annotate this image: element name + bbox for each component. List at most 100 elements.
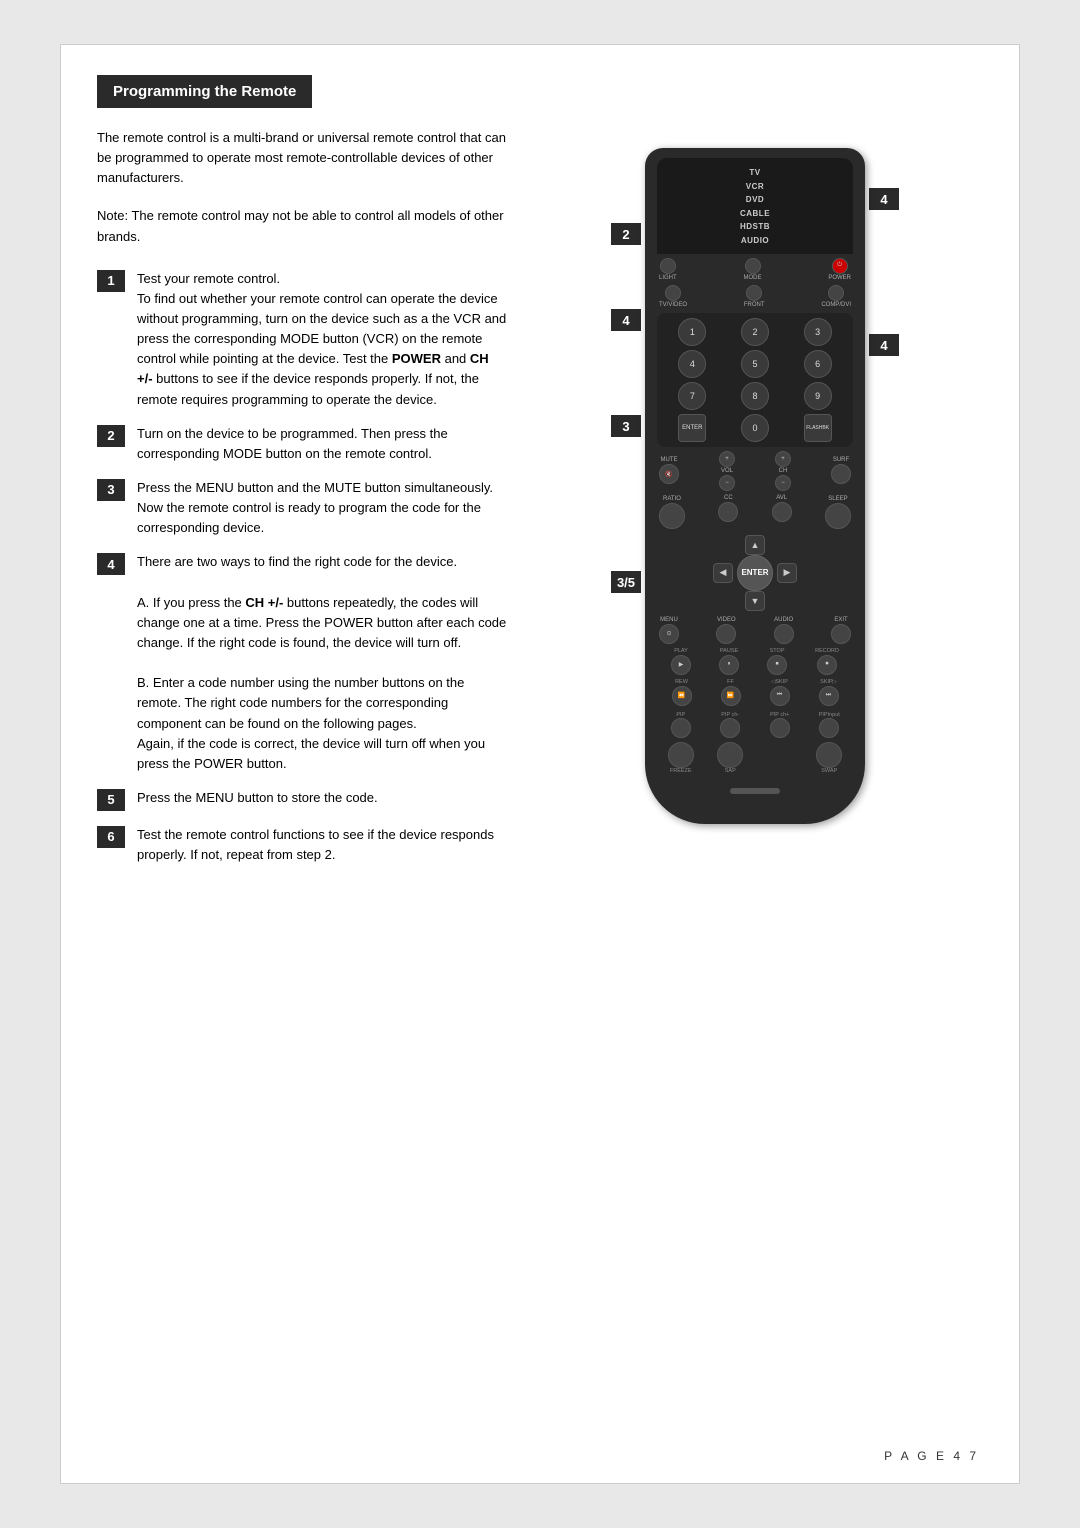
label-3-left: 3	[611, 415, 641, 437]
vol-down-button[interactable]: −	[719, 475, 735, 491]
skip-back-button[interactable]: ⏮	[770, 686, 790, 706]
content-area: The remote control is a multi-brand or u…	[61, 108, 1019, 899]
ff-button[interactable]: ⏩	[721, 686, 741, 706]
ratio-button[interactable]	[659, 503, 685, 529]
pip-btn-group: PIP	[657, 712, 705, 738]
step-4: 4 There are two ways to find the right c…	[97, 552, 507, 774]
record-btn-group: RECORD ⏺	[815, 648, 839, 675]
flashbk-button[interactable]: FLASHBK	[804, 414, 832, 442]
num-0-button[interactable]: 0	[741, 414, 769, 442]
source-row: TV/VIDEO FRONT COMP/DVI	[657, 285, 853, 308]
intro-paragraph1: The remote control is a multi-brand or u…	[97, 128, 507, 188]
num-6-button[interactable]: 6	[804, 350, 832, 378]
pip-button[interactable]	[671, 718, 691, 738]
tv-video-button[interactable]	[665, 285, 681, 301]
pause-label: PAUSE	[720, 648, 738, 654]
step-2-number: 2	[97, 425, 125, 447]
remote-top-row: LIGHT MODE ⏻ POWER	[657, 258, 853, 281]
exit-button[interactable]	[831, 624, 851, 644]
left-column: The remote control is a multi-brand or u…	[97, 128, 527, 879]
cc-avl-row: RATIO CC AVL SLEEP	[657, 496, 853, 529]
enter-button[interactable]: ENTER	[678, 414, 706, 442]
num-7-button[interactable]: 7	[678, 382, 706, 410]
dpad-right[interactable]: ▶	[777, 563, 797, 583]
light-button[interactable]	[660, 258, 676, 274]
play-button[interactable]: ▶	[671, 655, 691, 675]
rew-label: REW	[675, 679, 688, 685]
menu-label: MENU	[660, 617, 678, 623]
stop-btn-group: STOP ⏹	[767, 648, 787, 675]
label-4-right-bottom: 4	[869, 334, 899, 356]
swap-label: SWAP	[821, 768, 837, 774]
pause-button[interactable]: ⏸	[719, 655, 739, 675]
power-button[interactable]: ⏻	[832, 258, 848, 274]
pip-ch-minus-label: PIP ch-	[721, 712, 739, 718]
stop-button[interactable]: ⏹	[767, 655, 787, 675]
mode-button[interactable]	[745, 258, 761, 274]
label-4-left: 4	[611, 309, 641, 331]
swap-button[interactable]	[816, 742, 842, 768]
rew-button[interactable]: ⏪	[672, 686, 692, 706]
comp-dvi-button[interactable]	[828, 285, 844, 301]
mute-button[interactable]: 🔇	[659, 464, 679, 484]
step-6: 6 Test the remote control functions to s…	[97, 825, 507, 865]
audio-button[interactable]	[774, 624, 794, 644]
surf-button[interactable]	[831, 464, 851, 484]
record-button[interactable]: ⏺	[817, 655, 837, 675]
left-labels: 2 4 3 3/5	[611, 138, 641, 597]
ch-down-button[interactable]: −	[775, 475, 791, 491]
rew-btn-group: REW ⏪	[672, 679, 692, 706]
num-9-button[interactable]: 9	[804, 382, 832, 410]
num-2-button[interactable]: 2	[741, 318, 769, 346]
menu-button[interactable]: ⊙	[659, 624, 679, 644]
num-3-button[interactable]: 3	[804, 318, 832, 346]
stop-label: STOP	[770, 648, 785, 654]
transport-row: PLAY ▶ PAUSE ⏸ STOP ⏹ RECORD	[657, 648, 853, 675]
play-label: PLAY	[674, 648, 688, 654]
sleep-label: SLEEP	[828, 496, 847, 502]
ir-emitter	[730, 788, 780, 794]
vol-up-button[interactable]: +	[719, 451, 735, 467]
step-5-number: 5	[97, 789, 125, 811]
cc-button[interactable]	[718, 502, 738, 522]
mute-label: MUTE	[661, 457, 678, 463]
label-4-right-top: 4	[869, 188, 899, 210]
ch-up-button[interactable]: +	[775, 451, 791, 467]
dpad-bottom-row: ▼	[725, 591, 785, 611]
video-button[interactable]	[716, 624, 736, 644]
dpad-up[interactable]: ▲	[745, 535, 765, 555]
ch-label: CH	[779, 468, 788, 474]
num-4-button[interactable]: 4	[678, 350, 706, 378]
sap-button[interactable]	[717, 742, 743, 768]
front-button[interactable]	[746, 285, 762, 301]
cc-label: CC	[724, 495, 733, 501]
num-1-button[interactable]: 1	[678, 318, 706, 346]
record-label: RECORD	[815, 648, 839, 654]
numpad-section: 1 2 3 4 5 6 7 8 9 ENTER 0 FLASHBK	[657, 313, 853, 447]
step-5: 5 Press the MENU button to store the cod…	[97, 788, 507, 811]
freeze-label: FREEZE	[670, 768, 692, 774]
remote-mode-list: TVVCRDVDCABLEHDSTBAUDIO	[663, 166, 847, 248]
step-4-number: 4	[97, 553, 125, 575]
pip-ch-minus-button[interactable]	[720, 718, 740, 738]
avl-button[interactable]	[772, 502, 792, 522]
dpad-enter[interactable]: ENTER	[737, 555, 773, 591]
freeze-button[interactable]	[668, 742, 694, 768]
num-8-button[interactable]: 8	[741, 382, 769, 410]
comp-dvi-label: COMP/DVI	[821, 302, 851, 308]
skip-fwd-button[interactable]: ⏭	[819, 686, 839, 706]
menu-row: MENU ⊙ VIDEO AUDIO EXIT	[657, 617, 853, 644]
pip-ch-plus-button[interactable]	[770, 718, 790, 738]
dpad-down[interactable]: ▼	[745, 591, 765, 611]
num-5-button[interactable]: 5	[741, 350, 769, 378]
dpad-left[interactable]: ◀	[713, 563, 733, 583]
ff-btn-group: FF ⏩	[721, 679, 741, 706]
skip-back-btn-group: ◁SKIP ⏮	[770, 679, 790, 706]
label-35-left: 3/5	[611, 571, 641, 593]
pip-input-button[interactable]	[819, 718, 839, 738]
surf-label: SURF	[833, 457, 849, 463]
sleep-button[interactable]	[825, 503, 851, 529]
swap-btn-group: SWAP	[806, 742, 854, 774]
step-3: 3 Press the MENU button and the MUTE but…	[97, 478, 507, 538]
sap-btn-group: SAP	[707, 742, 755, 774]
